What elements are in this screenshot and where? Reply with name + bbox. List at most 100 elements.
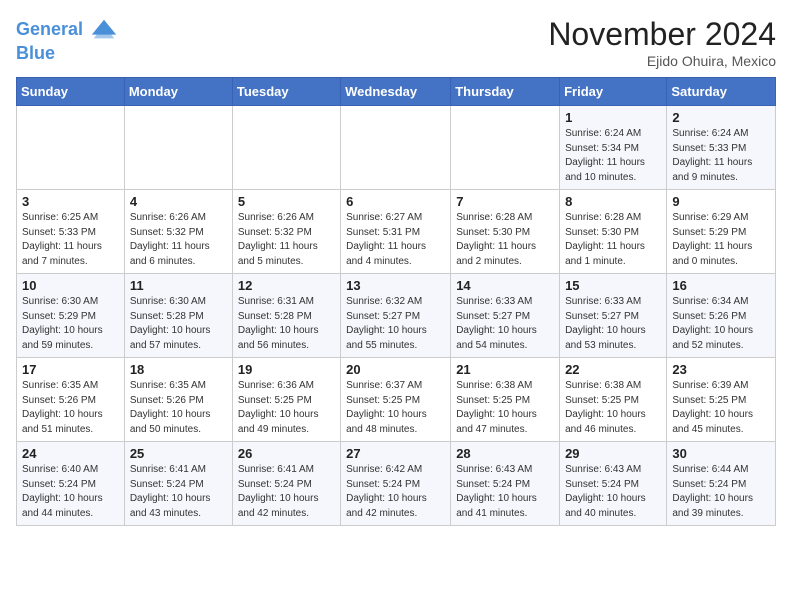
day-number: 15 bbox=[565, 278, 661, 293]
day-info: Sunrise: 6:36 AMSunset: 5:25 PMDaylight:… bbox=[238, 379, 335, 437]
day-number: 8 bbox=[565, 194, 661, 209]
day-number: 23 bbox=[672, 362, 770, 377]
day-cell: 13 Sunrise: 6:32 AMSunset: 5:27 PMDayligh… bbox=[341, 274, 451, 358]
weekday-header-thursday: Thursday bbox=[451, 78, 560, 106]
day-info: Sunrise: 6:31 AMSunset: 5:28 PMDaylight:… bbox=[238, 295, 335, 353]
weekday-header-monday: Monday bbox=[124, 78, 232, 106]
weekday-header-saturday: Saturday bbox=[667, 78, 776, 106]
day-number: 17 bbox=[22, 362, 119, 377]
month-title: November 2024 bbox=[548, 16, 776, 53]
day-cell: 30 Sunrise: 6:44 AMSunset: 5:24 PMDayligh… bbox=[667, 442, 776, 526]
day-number: 4 bbox=[130, 194, 227, 209]
day-number: 20 bbox=[346, 362, 445, 377]
week-row-1: 1 Sunrise: 6:24 AMSunset: 5:34 PMDaylight… bbox=[17, 106, 776, 190]
day-number: 13 bbox=[346, 278, 445, 293]
day-number: 6 bbox=[346, 194, 445, 209]
day-cell: 28Sunrise: 6:43 AMSunset: 5:24 PMDayligh… bbox=[451, 442, 560, 526]
day-cell: 29 Sunrise: 6:43 AMSunset: 5:24 PMDayligh… bbox=[560, 442, 667, 526]
day-cell: 16 Sunrise: 6:34 AMSunset: 5:26 PMDayligh… bbox=[667, 274, 776, 358]
day-cell: 27Sunrise: 6:42 AMSunset: 5:24 PMDayligh… bbox=[341, 442, 451, 526]
week-row-5: 24Sunrise: 6:40 AMSunset: 5:24 PMDayligh… bbox=[17, 442, 776, 526]
calendar-table: SundayMondayTuesdayWednesdayThursdayFrid… bbox=[16, 77, 776, 526]
day-cell: 26Sunrise: 6:41 AMSunset: 5:24 PMDayligh… bbox=[232, 442, 340, 526]
day-cell: 11 Sunrise: 6:30 AMSunset: 5:28 PMDayligh… bbox=[124, 274, 232, 358]
day-info: Sunrise: 6:38 AMSunset: 5:25 PMDaylight:… bbox=[565, 379, 661, 437]
day-cell: 20 Sunrise: 6:37 AMSunset: 5:25 PMDayligh… bbox=[341, 358, 451, 442]
day-number: 29 bbox=[565, 446, 661, 461]
day-cell: 15 Sunrise: 6:33 AMSunset: 5:27 PMDayligh… bbox=[560, 274, 667, 358]
day-info: Sunrise: 6:41 AMSunset: 5:24 PMDaylight:… bbox=[238, 463, 335, 521]
day-cell bbox=[232, 106, 340, 190]
day-cell: 22 Sunrise: 6:38 AMSunset: 5:25 PMDayligh… bbox=[560, 358, 667, 442]
day-cell: 18Sunrise: 6:35 AMSunset: 5:26 PMDayligh… bbox=[124, 358, 232, 442]
day-cell: 2Sunrise: 6:24 AMSunset: 5:33 PMDaylight… bbox=[667, 106, 776, 190]
day-cell: 23 Sunrise: 6:39 AMSunset: 5:25 PMDayligh… bbox=[667, 358, 776, 442]
day-info: Sunrise: 6:44 AMSunset: 5:24 PMDaylight:… bbox=[672, 463, 770, 521]
day-info: Sunrise: 6:33 AMSunset: 5:27 PMDaylight:… bbox=[456, 295, 554, 353]
title-block: November 2024 Ejido Ohuira, Mexico bbox=[548, 16, 776, 69]
day-info: Sunrise: 6:25 AMSunset: 5:33 PMDaylight:… bbox=[22, 211, 119, 269]
day-info: Sunrise: 6:35 AMSunset: 5:26 PMDaylight:… bbox=[22, 379, 119, 437]
day-cell bbox=[341, 106, 451, 190]
day-cell: 5Sunrise: 6:26 AMSunset: 5:32 PMDaylight… bbox=[232, 190, 340, 274]
page-header: General Blue November 2024 Ejido Ohuira,… bbox=[16, 16, 776, 69]
day-info: Sunrise: 6:26 AMSunset: 5:32 PMDaylight:… bbox=[238, 211, 335, 269]
day-info: Sunrise: 6:38 AMSunset: 5:25 PMDaylight:… bbox=[456, 379, 554, 437]
weekday-header-row: SundayMondayTuesdayWednesdayThursdayFrid… bbox=[17, 78, 776, 106]
day-info: Sunrise: 6:42 AMSunset: 5:24 PMDaylight:… bbox=[346, 463, 445, 521]
day-info: Sunrise: 6:24 AMSunset: 5:34 PMDaylight:… bbox=[565, 127, 661, 185]
day-cell: 7Sunrise: 6:28 AMSunset: 5:30 PMDaylight… bbox=[451, 190, 560, 274]
day-info: Sunrise: 6:26 AMSunset: 5:32 PMDaylight:… bbox=[130, 211, 227, 269]
weekday-header-tuesday: Tuesday bbox=[232, 78, 340, 106]
day-number: 16 bbox=[672, 278, 770, 293]
day-cell: 17 Sunrise: 6:35 AMSunset: 5:26 PMDayligh… bbox=[17, 358, 125, 442]
day-number: 9 bbox=[672, 194, 770, 209]
day-number: 21 bbox=[456, 362, 554, 377]
day-number: 22 bbox=[565, 362, 661, 377]
day-number: 3 bbox=[22, 194, 119, 209]
week-row-3: 10 Sunrise: 6:30 AMSunset: 5:29 PMDayligh… bbox=[17, 274, 776, 358]
day-info: Sunrise: 6:43 AMSunset: 5:24 PMDaylight:… bbox=[565, 463, 661, 521]
day-number: 30 bbox=[672, 446, 770, 461]
location: Ejido Ohuira, Mexico bbox=[548, 53, 776, 69]
day-cell bbox=[124, 106, 232, 190]
day-info: Sunrise: 6:33 AMSunset: 5:27 PMDaylight:… bbox=[565, 295, 661, 353]
day-info: Sunrise: 6:28 AMSunset: 5:30 PMDaylight:… bbox=[565, 211, 661, 269]
day-cell: 12Sunrise: 6:31 AMSunset: 5:28 PMDayligh… bbox=[232, 274, 340, 358]
weekday-header-wednesday: Wednesday bbox=[341, 78, 451, 106]
day-info: Sunrise: 6:30 AMSunset: 5:29 PMDaylight:… bbox=[22, 295, 119, 353]
day-number: 10 bbox=[22, 278, 119, 293]
day-cell: 24Sunrise: 6:40 AMSunset: 5:24 PMDayligh… bbox=[17, 442, 125, 526]
day-number: 7 bbox=[456, 194, 554, 209]
day-number: 19 bbox=[238, 362, 335, 377]
day-info: Sunrise: 6:41 AMSunset: 5:24 PMDaylight:… bbox=[130, 463, 227, 521]
day-cell: 3 Sunrise: 6:25 AMSunset: 5:33 PMDaylight… bbox=[17, 190, 125, 274]
logo-text: General bbox=[16, 16, 118, 44]
day-cell: 19 Sunrise: 6:36 AMSunset: 5:25 PMDayligh… bbox=[232, 358, 340, 442]
day-cell bbox=[451, 106, 560, 190]
day-cell: 8 Sunrise: 6:28 AMSunset: 5:30 PMDaylight… bbox=[560, 190, 667, 274]
day-info: Sunrise: 6:43 AMSunset: 5:24 PMDaylight:… bbox=[456, 463, 554, 521]
day-info: Sunrise: 6:35 AMSunset: 5:26 PMDaylight:… bbox=[130, 379, 227, 437]
day-number: 25 bbox=[130, 446, 227, 461]
week-row-4: 17 Sunrise: 6:35 AMSunset: 5:26 PMDayligh… bbox=[17, 358, 776, 442]
day-info: Sunrise: 6:34 AMSunset: 5:26 PMDaylight:… bbox=[672, 295, 770, 353]
day-number: 11 bbox=[130, 278, 227, 293]
weekday-header-friday: Friday bbox=[560, 78, 667, 106]
day-info: Sunrise: 6:29 AMSunset: 5:29 PMDaylight:… bbox=[672, 211, 770, 269]
day-cell bbox=[17, 106, 125, 190]
day-info: Sunrise: 6:39 AMSunset: 5:25 PMDaylight:… bbox=[672, 379, 770, 437]
day-info: Sunrise: 6:37 AMSunset: 5:25 PMDaylight:… bbox=[346, 379, 445, 437]
day-number: 14 bbox=[456, 278, 554, 293]
day-info: Sunrise: 6:24 AMSunset: 5:33 PMDaylight:… bbox=[672, 127, 770, 185]
day-info: Sunrise: 6:30 AMSunset: 5:28 PMDaylight:… bbox=[130, 295, 227, 353]
day-info: Sunrise: 6:32 AMSunset: 5:27 PMDaylight:… bbox=[346, 295, 445, 353]
day-cell: 14 Sunrise: 6:33 AMSunset: 5:27 PMDayligh… bbox=[451, 274, 560, 358]
day-info: Sunrise: 6:27 AMSunset: 5:31 PMDaylight:… bbox=[346, 211, 445, 269]
day-cell: 4 Sunrise: 6:26 AMSunset: 5:32 PMDaylight… bbox=[124, 190, 232, 274]
day-number: 1 bbox=[565, 110, 661, 125]
logo: General Blue bbox=[16, 16, 118, 64]
day-number: 24 bbox=[22, 446, 119, 461]
day-cell: 10 Sunrise: 6:30 AMSunset: 5:29 PMDayligh… bbox=[17, 274, 125, 358]
weekday-header-sunday: Sunday bbox=[17, 78, 125, 106]
